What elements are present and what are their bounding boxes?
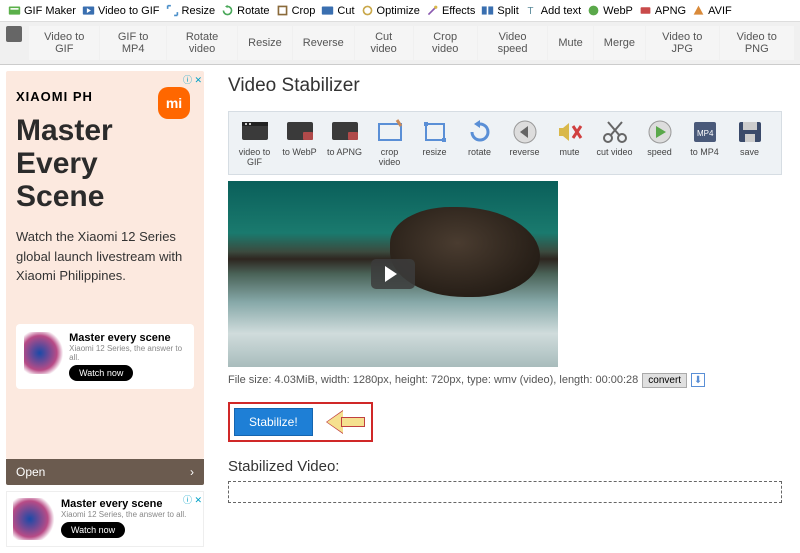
convert-button[interactable]: convert <box>642 373 687 388</box>
ad-banner-image <box>24 332 63 374</box>
tool-crop-video[interactable]: crop video <box>368 116 411 170</box>
tool-mute[interactable]: mute <box>548 116 591 170</box>
tab-video-to-png[interactable]: Video to PNG <box>720 26 795 60</box>
tab-video-to-jpg[interactable]: Video to JPG <box>646 26 719 60</box>
tool-to-mp4[interactable]: MP4to MP4 <box>683 116 726 170</box>
tab-reverse[interactable]: Reverse <box>293 26 354 60</box>
camera-icon <box>6 26 22 42</box>
ad-text: Watch the Xiaomi 12 Series global launch… <box>16 227 194 286</box>
output-placeholder <box>228 481 782 503</box>
svg-text:MP4: MP4 <box>697 129 714 138</box>
tab-mute[interactable]: Mute <box>548 26 592 60</box>
nav-effects[interactable]: Effects <box>426 4 475 17</box>
nav-cut[interactable]: Cut <box>321 4 354 17</box>
tool-to-webp[interactable]: to WebP <box>278 116 321 170</box>
ad-secondary[interactable]: ⓘ ✕ Master every scene Xiaomi 12 Series,… <box>6 491 204 547</box>
download-icon[interactable]: ⬇ <box>691 373 705 387</box>
file-info-text: File size: 4.03MiB, width: 1280px, heigh… <box>228 374 638 386</box>
stabilize-button[interactable]: Stabilize! <box>234 408 313 436</box>
nav-webp[interactable]: WebP <box>587 4 633 17</box>
ad-open-button[interactable]: Open› <box>6 459 204 485</box>
tab-cut-video[interactable]: Cut video <box>355 26 413 60</box>
tab-crop-video[interactable]: Crop video <box>414 26 477 60</box>
tool-video-to-gif[interactable]: video to GIF <box>233 116 276 170</box>
ad-banner-sub: Xiaomi 12 Series, the answer to all. <box>61 510 186 519</box>
ad-banner-image <box>13 498 55 540</box>
file-info: File size: 4.03MiB, width: 1280px, heigh… <box>228 373 782 388</box>
ad-headline: Master Every Scene <box>16 114 194 213</box>
svg-text:T: T <box>527 6 533 17</box>
sidebar: ⓘ ✕ mi XIAOMI PH Master Every Scene Watc… <box>0 65 210 553</box>
video-preview[interactable] <box>228 181 558 367</box>
nav-crop[interactable]: Crop <box>276 4 316 17</box>
nav-resize[interactable]: Resize <box>166 4 216 17</box>
nav-apng[interactable]: APNG <box>639 4 686 17</box>
nav-gif-maker[interactable]: GIF Maker <box>8 4 76 17</box>
xiaomi-logo-icon: mi <box>158 87 190 119</box>
top-nav: GIF Maker Video to GIF Resize Rotate Cro… <box>0 0 800 22</box>
nav-split[interactable]: Split <box>481 4 518 17</box>
nav-optimize[interactable]: Optimize <box>361 4 420 17</box>
nav-video-to-gif[interactable]: Video to GIF <box>82 4 160 17</box>
ad-banner-title: Master every scene <box>61 498 186 510</box>
ad-banner[interactable]: Master every scene Xiaomi 12 Series, the… <box>16 324 194 389</box>
tab-merge[interactable]: Merge <box>594 26 645 60</box>
ad-close-icon[interactable]: ⓘ ✕ <box>183 73 202 86</box>
tool-palette: video to GIF to WebP to APNG crop video … <box>228 111 782 175</box>
tab-video-speed[interactable]: Video speed <box>478 26 548 60</box>
ad-banner-title: Master every scene <box>69 332 186 344</box>
ad-close-icon[interactable]: ⓘ ✕ <box>183 493 202 506</box>
tab-rotate-video[interactable]: Rotate video <box>167 26 237 60</box>
tool-save[interactable]: save <box>728 116 771 170</box>
tab-resize[interactable]: Resize <box>238 26 292 60</box>
tool-reverse[interactable]: reverse <box>503 116 546 170</box>
stabilize-highlight: Stabilize! <box>228 402 373 442</box>
play-icon[interactable] <box>371 259 415 289</box>
nav-avif[interactable]: AVIF <box>692 4 732 17</box>
ad-primary[interactable]: ⓘ ✕ mi XIAOMI PH Master Every Scene Watc… <box>6 71 204 459</box>
page-title: Video Stabilizer <box>228 75 782 97</box>
chevron-right-icon: › <box>190 465 194 479</box>
tool-rotate[interactable]: rotate <box>458 116 501 170</box>
tool-to-apng[interactable]: to APNG <box>323 116 366 170</box>
stabilized-heading: Stabilized Video: <box>228 458 782 475</box>
tool-speed[interactable]: speed <box>638 116 681 170</box>
ad-banner-sub: Xiaomi 12 Series, the answer to all. <box>69 344 186 362</box>
tool-resize[interactable]: resize <box>413 116 456 170</box>
nav-add-text[interactable]: TAdd text <box>525 4 581 17</box>
tab-gif-to-mp4[interactable]: GIF to MP4 <box>100 26 166 60</box>
tool-cut-video[interactable]: cut video <box>593 116 636 170</box>
tab-video-to-gif[interactable]: Video to GIF <box>29 26 99 60</box>
nav-rotate[interactable]: Rotate <box>221 4 269 17</box>
arrow-left-icon <box>327 411 367 433</box>
ad-watch-now-button[interactable]: Watch now <box>69 365 133 381</box>
tab-bar: Video to GIF GIF to MP4 Rotate video Res… <box>0 22 800 65</box>
main-content: Video Stabilizer video to GIF to WebP to… <box>210 65 800 553</box>
ad-watch-now-button[interactable]: Watch now <box>61 522 125 538</box>
